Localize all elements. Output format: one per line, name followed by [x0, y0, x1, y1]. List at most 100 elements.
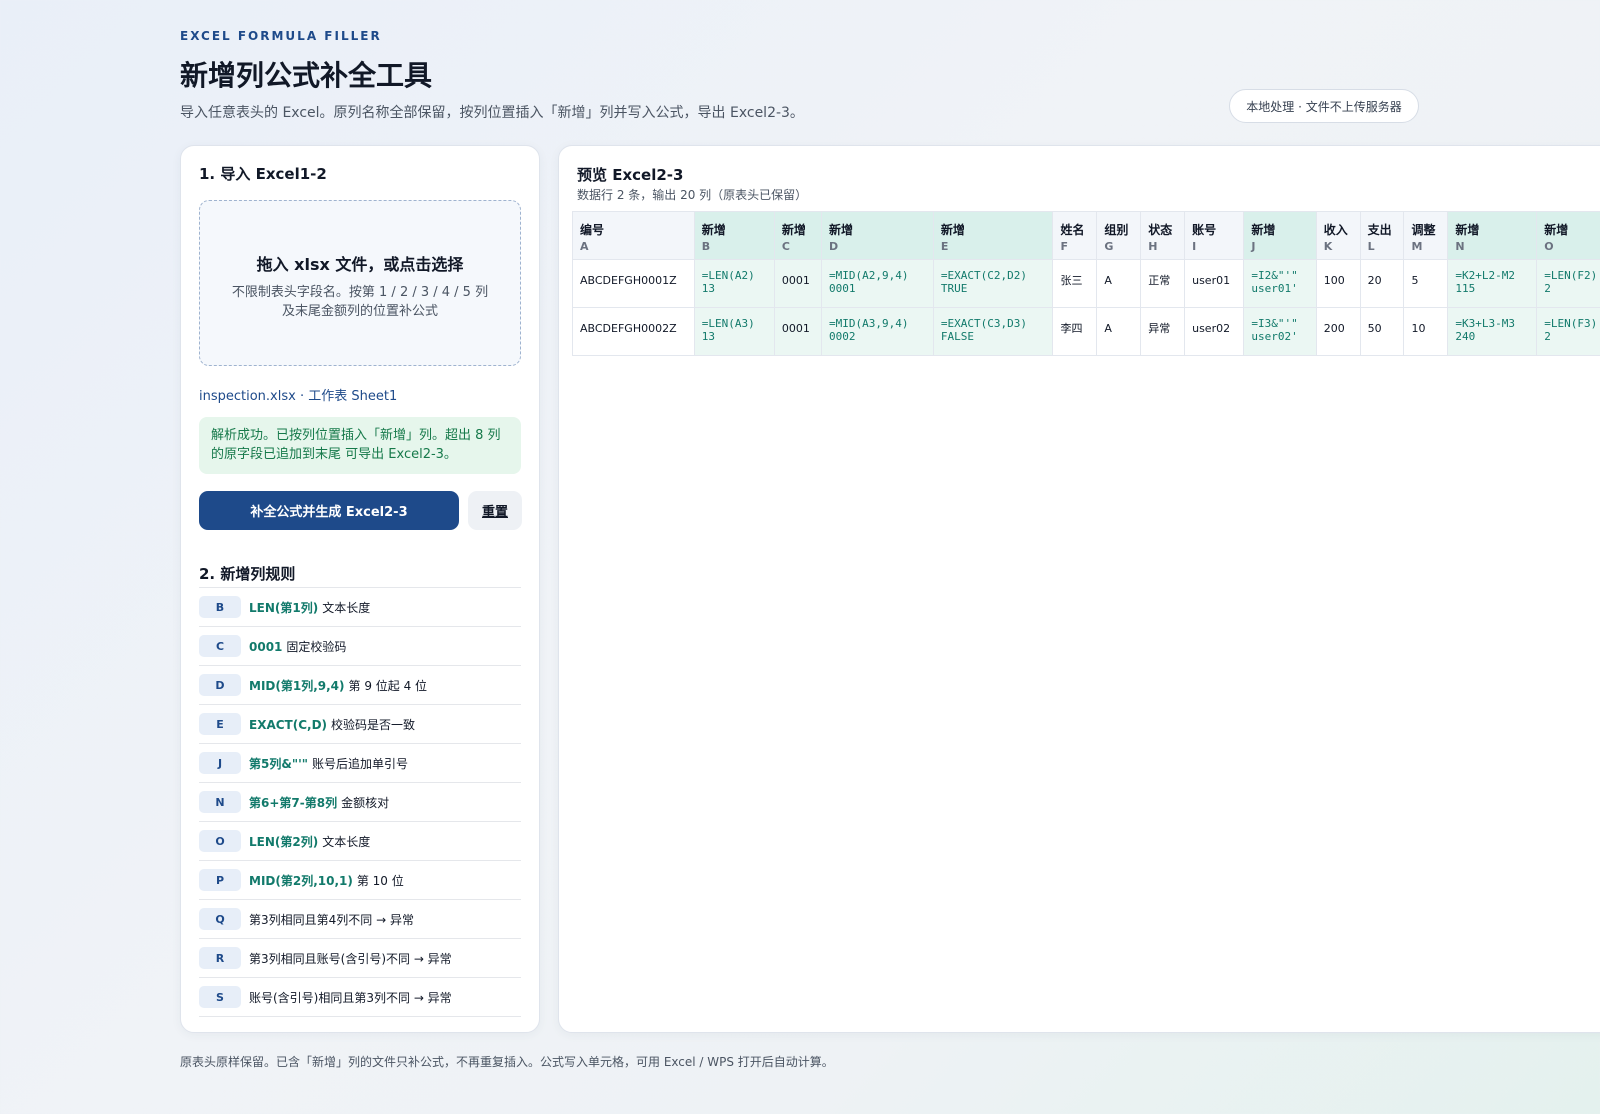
- cell-result: 2: [1544, 282, 1551, 295]
- rules-section-title: 2. 新增列规则: [199, 565, 296, 583]
- column-header: 姓名 F: [1052, 211, 1098, 260]
- preview-title: 预览 Excel2-3: [577, 166, 684, 184]
- cell-value: ABCDEFGH0001Z: [580, 274, 677, 287]
- column-header-name: 组别: [1104, 223, 1129, 237]
- cell-result: 0002: [829, 330, 856, 343]
- column-header: 收入 K: [1315, 211, 1361, 260]
- column-header-name: 状态: [1148, 223, 1173, 237]
- rule-text: MID(第2列,10,1) 第 10 位: [249, 872, 404, 889]
- rule-description: 第3列相同且第4列不同 → 异常: [249, 912, 414, 927]
- column-header-letter: O: [1544, 240, 1554, 253]
- column-header: 新增 J: [1243, 211, 1317, 260]
- column-header-name: 调整: [1411, 223, 1436, 237]
- rule-column-letter: N: [199, 791, 241, 813]
- rule-column-letter: S: [199, 986, 241, 1008]
- parse-success-message: 解析成功。已按列位置插入「新增」列。超出 8 列的原字段已追加到末尾 可导出 E…: [199, 417, 521, 474]
- table-cell: user01: [1184, 259, 1245, 308]
- cell-value: 5: [1411, 274, 1419, 287]
- page-title: 新增列公式补全工具: [180, 59, 433, 92]
- table-cell: =LEN(A3) 13: [693, 307, 775, 356]
- table-cell: =EXACT(C2,D2) TRUE: [932, 259, 1054, 308]
- cell-value: 张三: [1060, 274, 1083, 287]
- rule-column-letter: E: [199, 713, 241, 735]
- cell-value: 200: [1323, 322, 1345, 335]
- cell-value: 20: [1367, 274, 1382, 287]
- table-cell: =I2&"'" user01': [1243, 259, 1317, 308]
- rule-text: 第5列&"'" 账号后追加单引号: [249, 755, 408, 772]
- rule-item: E EXACT(C,D) 校验码是否一致: [199, 705, 521, 744]
- rules-list: B LEN(第1列) 文本长度 C 0001 固定校验码 D MID(第1列,9,4) 第 9 …: [199, 587, 521, 1017]
- cell-value: 异常: [1148, 322, 1171, 335]
- column-header-name: 新增: [1455, 223, 1480, 237]
- page-subtitle: 导入任意表头的 Excel。原列名称全部保留，按列位置插入「新增」列并写入公式，…: [180, 105, 804, 121]
- rule-column-letter: D: [199, 674, 241, 696]
- rule-formula: LEN(第2列): [249, 834, 319, 849]
- rule-text: LEN(第2列) 文本长度: [249, 833, 370, 850]
- column-header: 账号 I: [1184, 211, 1245, 260]
- rule-item: D MID(第1列,9,4) 第 9 位起 4 位: [199, 666, 521, 705]
- column-header: 新增 C: [773, 211, 823, 260]
- rule-item: S 账号(含引号)相同且第3列不同 → 异常: [199, 978, 521, 1017]
- table-cell: =MID(A2,9,4) 0001: [821, 259, 934, 308]
- rule-column-letter: R: [199, 947, 241, 969]
- cell-value: ABCDEFGH0002Z: [580, 322, 677, 335]
- preview-subtitle: 数据行 2 条，输出 20 列（原表头已保留）: [577, 188, 808, 202]
- rule-text: 账号(含引号)相同且第3列不同 → 异常: [249, 989, 452, 1006]
- column-header-name: 新增: [1544, 223, 1569, 237]
- rule-text: 0001 固定校验码: [249, 638, 346, 655]
- reset-button[interactable]: 重置: [468, 491, 522, 530]
- cell-result: 0001: [829, 282, 856, 295]
- rule-formula: 第5列&"'": [249, 756, 308, 771]
- loaded-file-info: inspection.xlsx · 工作表 Sheet1: [199, 389, 398, 404]
- rule-text: 第3列相同且第4列不同 → 异常: [249, 911, 414, 928]
- preview-panel: 预览 Excel2-3 数据行 2 条，输出 20 列（原表头已保留） 编号 A 新…: [558, 145, 1600, 1033]
- cell-result: user02': [1251, 330, 1298, 343]
- table-cell: 200: [1315, 307, 1361, 356]
- table-cell: =K2+L2-M2 115: [1447, 259, 1538, 308]
- rule-item: Q 第3列相同且第4列不同 → 异常: [199, 900, 521, 939]
- table-cell: ABCDEFGH0002Z: [572, 307, 695, 356]
- cell-formula: =MID(A3,9,4): [829, 317, 909, 330]
- generate-excel-button[interactable]: 补全公式并生成 Excel2-3: [199, 491, 459, 530]
- cell-formula: =LEN(A3): [701, 317, 755, 330]
- cell-result: 13: [701, 330, 716, 343]
- rule-text: MID(第1列,9,4) 第 9 位起 4 位: [249, 677, 427, 694]
- cell-value: 正常: [1148, 274, 1171, 287]
- rule-formula: 0001: [249, 639, 283, 654]
- column-header-name: 收入: [1323, 223, 1348, 237]
- column-header-letter: D: [829, 240, 839, 253]
- column-header-letter: C: [781, 240, 790, 253]
- rule-description: 校验码是否一致: [331, 717, 416, 732]
- table-cell: =K3+L3-M3 240: [1447, 307, 1538, 356]
- cell-value: A: [1104, 274, 1112, 287]
- table-cell: =EXACT(C3,D3) FALSE: [932, 307, 1054, 356]
- rule-item: B LEN(第1列) 文本长度: [199, 588, 521, 627]
- cell-result: 13: [701, 282, 716, 295]
- table-cell: A: [1096, 307, 1142, 356]
- table-cell: =LEN(F2) 2: [1536, 259, 1600, 308]
- table-cell: 50: [1359, 307, 1405, 356]
- cell-formula: =I3&"'": [1251, 317, 1298, 330]
- rule-item: O LEN(第2列) 文本长度: [199, 822, 521, 861]
- column-header-letter: L: [1367, 240, 1375, 253]
- table-cell: 0001: [773, 259, 823, 308]
- table-cell: =LEN(F3) 2: [1536, 307, 1600, 356]
- rule-description: 第3列相同且账号(含引号)不同 → 异常: [249, 951, 452, 966]
- cell-result: 115: [1455, 282, 1476, 295]
- column-header: 新增 E: [932, 211, 1054, 260]
- rule-description: 文本长度: [322, 834, 371, 849]
- column-header-name: 新增: [940, 223, 965, 237]
- footer-note: 原表头原样保留。已含「新增」列的文件只补公式，不再重复插入。公式写入单元格，可用…: [180, 1055, 834, 1069]
- cell-value: 50: [1367, 322, 1382, 335]
- column-header-name: 账号: [1192, 223, 1217, 237]
- rule-item: N 第6+第7-第8列 金额核对: [199, 783, 521, 822]
- cell-formula: =LEN(A2): [701, 269, 755, 282]
- cell-formula: =MID(A2,9,4): [829, 269, 909, 282]
- file-dropzone[interactable]: 拖入 xlsx 文件，或点击选择 不限制表头字段名。按第 1 / 2 / 3 /…: [199, 200, 521, 366]
- cell-formula: =K3+L3-M3: [1455, 317, 1515, 330]
- column-header-letter: A: [580, 240, 589, 253]
- column-header-letter: N: [1455, 240, 1465, 253]
- cell-value: 0001: [781, 322, 810, 335]
- cell-value: user02: [1192, 322, 1231, 335]
- table-header-row: 编号 A 新增 B 新增 C 新增 D 新增 E 姓名 F 组别 G 状态 H 账号 I 新增 J 收入 K 支出 L 调整 M 新…: [572, 211, 1600, 260]
